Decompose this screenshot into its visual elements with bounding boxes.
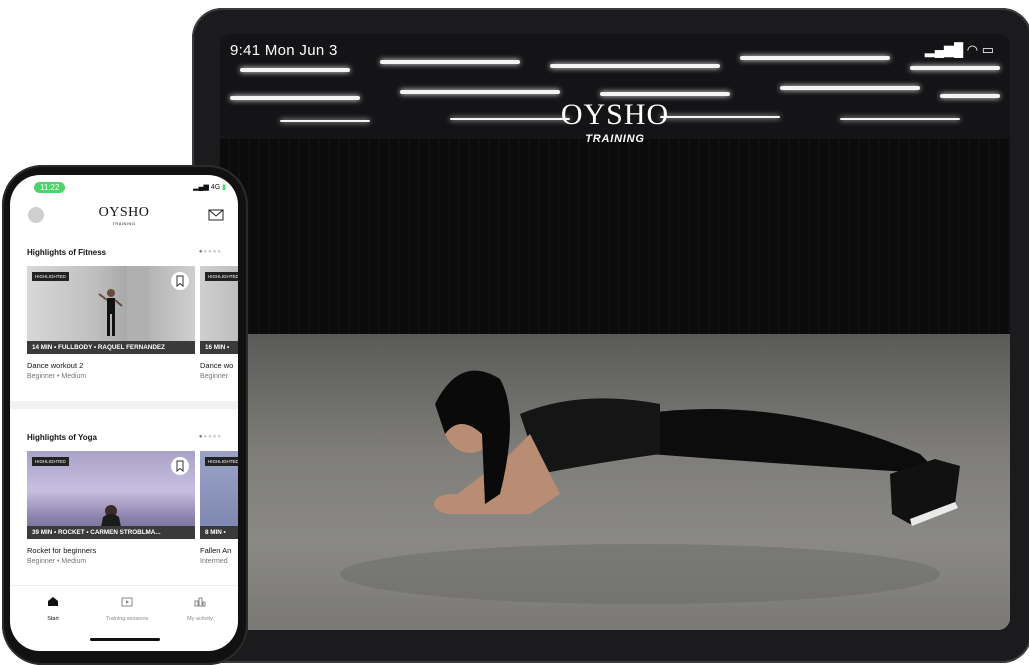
- highlighted-badge: HIGHLIGHTED: [32, 272, 69, 281]
- home-icon: [48, 597, 58, 606]
- workout-level: Beginner: [200, 373, 229, 380]
- workout-title[interactable]: Rocket for beginners: [27, 546, 96, 555]
- highlighted-badge: HIGHLIGHTED: [205, 272, 238, 281]
- carousel-dots: ●●●●●: [198, 434, 222, 440]
- phone-status-bar: 11:22 ▂▄▆ 4G ▮: [10, 175, 238, 197]
- section-title-fitness: Highlights of Fitness: [27, 248, 107, 257]
- workout-level: Beginner • Medium: [27, 558, 87, 565]
- network-label: 4G: [210, 184, 221, 191]
- battery-icon: ▮: [222, 184, 226, 191]
- workout-meta: 39 MIN • ROCKET • CARMEN STROBLMA...: [27, 526, 195, 539]
- workout-card[interactable]: HIGHLIGHTED 8 MIN •: [200, 451, 238, 539]
- section-title-yoga: Highlights of Yoga: [27, 433, 97, 442]
- phone-status-time: 11:22: [34, 182, 66, 193]
- activity-icon: [194, 597, 206, 607]
- workout-level: Beginner • Medium: [27, 373, 87, 380]
- video-icon: [121, 597, 133, 607]
- workout-title[interactable]: Dance workout 2: [27, 361, 83, 370]
- plank-athlete-image: [340, 370, 960, 604]
- nav-label: Start: [47, 616, 59, 622]
- tablet-screen: 9:41 Mon Jun 3 ▂▄▆█ ◠ ▭ OYSHO TRAINING: [220, 34, 1010, 630]
- nav-item-my-activity[interactable]: My activity: [162, 594, 238, 622]
- workout-meta: 14 MIN • FULLBODY • RAQUEL FERNANDEZ: [27, 341, 195, 354]
- section-divider: [10, 401, 238, 409]
- bookmark-icon[interactable]: [171, 272, 189, 290]
- phone-brand-logo: OYSHO: [98, 205, 150, 220]
- nav-label: Training sessions: [105, 616, 149, 622]
- workout-level: Intermed: [200, 558, 228, 565]
- nav-label: My activity: [187, 616, 213, 622]
- bottom-nav: Start Training sessions My activity: [10, 585, 238, 651]
- workout-title[interactable]: Fallen An: [200, 546, 231, 555]
- bookmark-icon[interactable]: [171, 457, 189, 475]
- workout-card[interactable]: HIGHLIGHTED 16 MIN •: [200, 266, 238, 354]
- nav-item-start[interactable]: Start: [15, 594, 91, 622]
- phone-screen: 11:22 ▂▄▆ 4G ▮ OYSHO TRAINING Highlights…: [10, 175, 238, 651]
- workout-card[interactable]: HIGHLIGHTED 14 MIN • FULLBODY • RAQUEL F…: [27, 266, 195, 354]
- workout-card[interactable]: HIGHLIGHTED 39 MIN • ROCKET • CARMEN STR…: [27, 451, 195, 539]
- phone-header: OYSHO TRAINING: [10, 199, 238, 235]
- workout-meta: 8 MIN •: [200, 526, 238, 539]
- phone-brand-sub: TRAINING: [112, 221, 136, 226]
- phone-status-icons: ▂▄▆ 4G ▮: [193, 183, 226, 191]
- carousel-dots: ●●●●●: [198, 249, 222, 255]
- home-indicator: [90, 638, 160, 641]
- highlighted-badge: HIGHLIGHTED: [32, 457, 69, 466]
- highlighted-badge: HIGHLIGHTED: [205, 457, 238, 466]
- nav-item-training-sessions[interactable]: Training sessions: [89, 594, 165, 622]
- mail-icon[interactable]: [208, 209, 224, 221]
- workout-meta: 16 MIN •: [200, 341, 238, 354]
- workout-title[interactable]: Dance wo: [200, 361, 233, 370]
- signal-icon: ▂▄▆: [193, 184, 209, 191]
